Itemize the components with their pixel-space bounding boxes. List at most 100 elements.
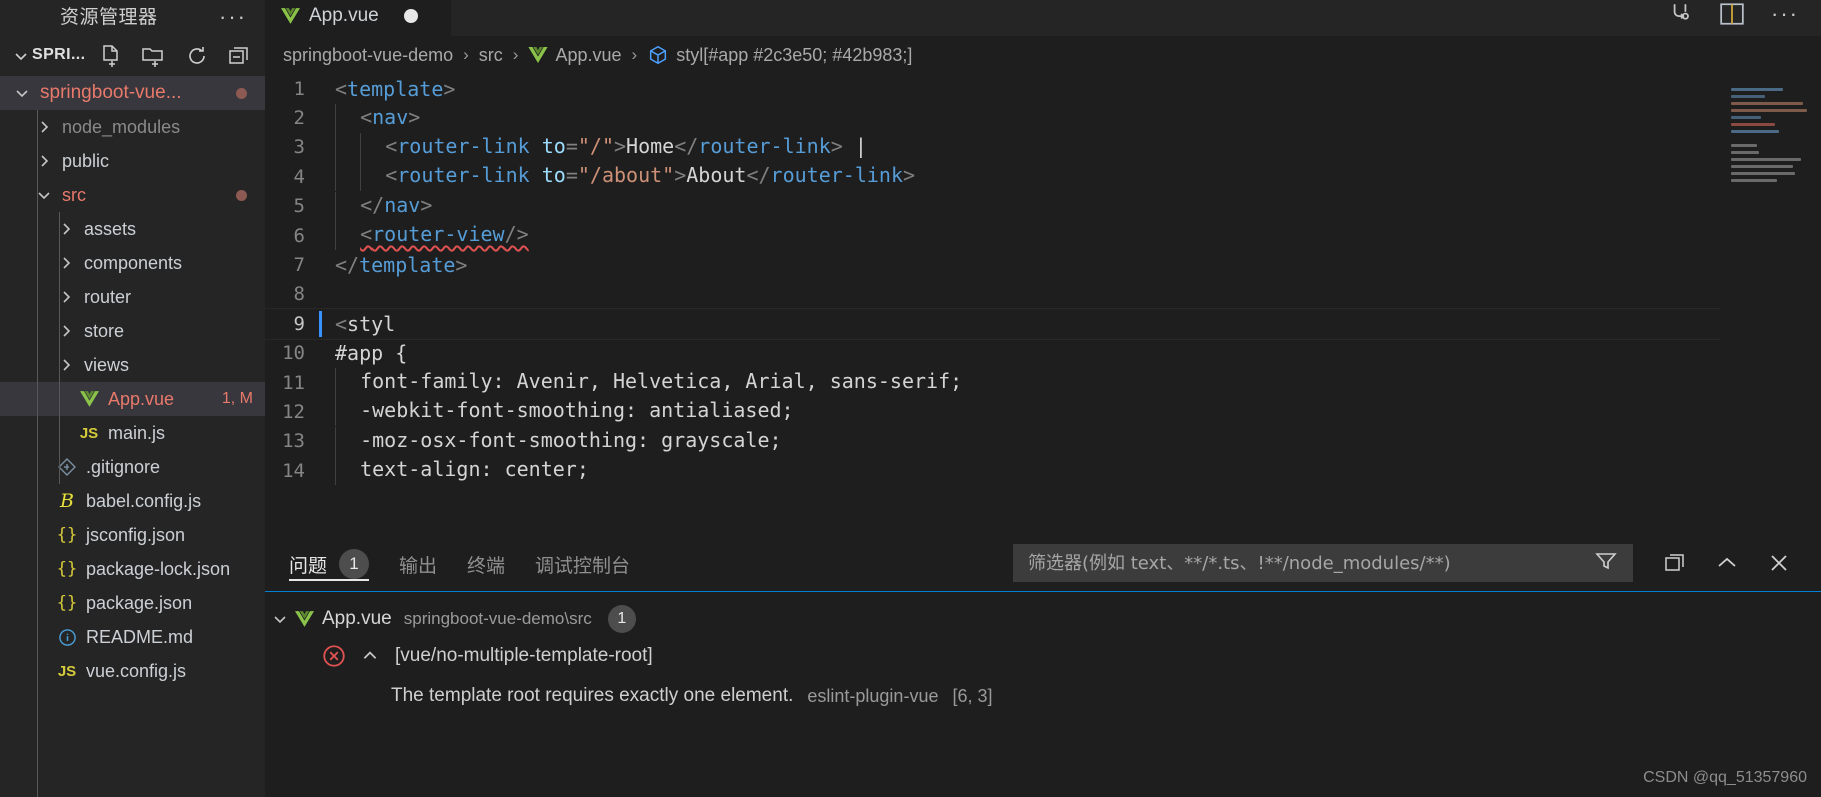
tree-item-app-vue[interactable]: App.vue 1, M xyxy=(0,382,265,416)
text-cursor xyxy=(319,310,322,337)
code-line-4[interactable]: 4 <router-link to="/about">About</router… xyxy=(265,162,1821,192)
explorer-sidebar: SPRI... springboot-vue... node_modules p… xyxy=(0,36,265,797)
tree-item-label: public xyxy=(62,150,110,171)
file-tree[interactable]: springboot-vue... node_modulespublic src as… xyxy=(0,76,265,797)
breadcrumb-separator: › xyxy=(463,45,469,64)
tree-item-public[interactable]: public xyxy=(0,144,265,178)
tree-item-views[interactable]: views xyxy=(0,348,265,382)
chevron-down-icon[interactable] xyxy=(12,85,32,101)
panel-filter-area xyxy=(1013,544,1797,582)
tree-item-package-json[interactable]: {} package.json xyxy=(0,586,265,620)
tree-item-label: views xyxy=(84,354,130,375)
panel-actions xyxy=(1663,551,1797,575)
problem-detail: The template root requires exactly one e… xyxy=(265,676,1821,716)
problem-position: [6, 3] xyxy=(952,685,993,706)
open-changes-icon[interactable] xyxy=(1667,1,1693,27)
explorer-section-header[interactable]: SPRI... xyxy=(0,36,265,76)
code-line-2[interactable]: 2 <nav> xyxy=(265,103,1821,133)
breadcrumb-item-label: styl[#app #2c3e50; #42b983;] xyxy=(676,44,913,65)
chevron-down-icon[interactable] xyxy=(265,611,295,627)
sidebar-more-icon[interactable]: ··· xyxy=(219,0,247,35)
chevron-up-icon[interactable] xyxy=(1715,551,1739,575)
tree-item--gitignore[interactable]: .gitignore xyxy=(0,450,265,484)
tree-item-label: README.md xyxy=(86,626,194,647)
tree-item-label: store xyxy=(84,320,125,341)
error-icon xyxy=(321,643,347,669)
code-line-7[interactable]: 7 </template> xyxy=(265,250,1821,279)
tree-item-assets[interactable]: assets xyxy=(0,212,265,246)
breadcrumb[interactable]: springboot-vue-demo › src › App.vue › styl[#ap… xyxy=(265,36,1821,74)
code-line-13[interactable]: 13 -moz-osx-font-smoothing: grayscale; xyxy=(265,426,1821,456)
problems-list[interactable]: App.vue springboot-vue-demo\src 1 [vue/n… xyxy=(265,591,1821,797)
chevron-up-icon[interactable] xyxy=(361,647,379,665)
tree-item-label: src xyxy=(62,184,86,205)
split-editor-icon[interactable] xyxy=(1719,2,1745,26)
panel-tab-terminal[interactable]: 终端 xyxy=(467,535,505,591)
tree-item-main-js[interactable]: JS main.js xyxy=(0,416,265,450)
line-number: 9 xyxy=(293,312,305,335)
tree-item-label: .gitignore xyxy=(86,456,161,477)
tab-dirty-indicator[interactable] xyxy=(403,8,418,23)
tree-item-label: assets xyxy=(84,218,137,239)
tree-item-src[interactable]: src xyxy=(0,178,265,212)
code-line-6[interactable]: 6 <router-view/> xyxy=(265,221,1821,251)
chevron-down-icon[interactable] xyxy=(10,48,32,64)
tree-item-readme-md[interactable]: README.md xyxy=(0,620,265,654)
problem-item[interactable]: [vue/no-multiple-template-root] xyxy=(265,636,1821,676)
tree-item-store[interactable]: store xyxy=(0,314,265,348)
editor-tab-app-vue[interactable]: App.vue xyxy=(265,0,451,36)
tree-item-package-lock-json[interactable]: {} package-lock.json xyxy=(0,552,265,586)
filter-icon[interactable] xyxy=(1594,549,1618,578)
panel-tab-problems[interactable]: 问题 1 xyxy=(289,535,370,591)
tree-item-vue-config-js[interactable]: JS vue.config.js xyxy=(0,654,265,688)
problem-rule: [vue/no-multiple-template-root] xyxy=(395,645,653,666)
panel-tab-debug-console[interactable]: 调试控制台 xyxy=(535,535,630,591)
code-line-8[interactable]: 8 xyxy=(265,280,1821,309)
sidebar-title-bar: 资源管理器 ··· xyxy=(0,0,265,36)
js-file-icon: JS xyxy=(57,662,77,680)
collapse-all-icon[interactable] xyxy=(227,45,251,67)
tree-item-router[interactable]: router xyxy=(0,280,265,314)
more-actions-icon[interactable]: ··· xyxy=(1771,1,1799,27)
panel-tab-output[interactable]: 输出 xyxy=(399,535,437,591)
split-panel-icon[interactable] xyxy=(1663,552,1687,574)
new-folder-icon[interactable] xyxy=(141,44,167,68)
line-number: 3 xyxy=(293,136,305,159)
tree-item-label: components xyxy=(84,252,183,273)
breadcrumb-item-2[interactable]: App.vue xyxy=(528,45,622,66)
code-line-1[interactable]: 1 <template> xyxy=(265,74,1821,103)
line-number: 1 xyxy=(293,77,305,100)
problems-filter-input[interactable] xyxy=(1028,552,1584,574)
code-line-content: </nav> xyxy=(327,191,432,221)
code-line-3[interactable]: 3 <router-link to="/">Home</router-link>… xyxy=(265,132,1821,162)
problem-message: The template root requires exactly one e… xyxy=(391,685,794,706)
code-line-content: <router-link to="/">Home</router-link> | xyxy=(327,132,867,162)
panel-tab-output-label: 输出 xyxy=(399,554,438,577)
breadcrumb-separator: › xyxy=(512,45,519,64)
tree-item-jsconfig-json[interactable]: {} jsconfig.json xyxy=(0,518,265,552)
close-icon[interactable] xyxy=(1767,551,1791,575)
vue-file-icon xyxy=(76,391,102,407)
new-file-icon[interactable] xyxy=(99,44,123,68)
code-lines[interactable]: 1 <template> 2 <nav> 3 <router-link to="/">… xyxy=(265,74,1821,486)
modified-indicator-dot xyxy=(236,189,247,201)
tree-item-node-modules[interactable]: node_modules xyxy=(0,110,265,144)
code-line-11[interactable]: 11 font-family: Avenir, Helvetica, Arial… xyxy=(265,368,1821,398)
tree-item-babel-config-js[interactable]: Bbabel.config.js xyxy=(0,484,265,518)
problems-file-row[interactable]: App.vue springboot-vue-demo\src 1 xyxy=(265,602,1821,636)
refresh-icon[interactable] xyxy=(185,44,209,68)
code-line-14[interactable]: 14 text-align: center; xyxy=(265,456,1821,486)
code-line-10[interactable]: 10 #app { xyxy=(265,339,1821,368)
code-line-5[interactable]: 5 </nav> xyxy=(265,191,1821,221)
code-line-12[interactable]: 12 -webkit-font-smoothing: antialiased; xyxy=(265,397,1821,427)
code-editor[interactable]: 1 <template> 2 <nav> 3 <router-link to="/">… xyxy=(265,74,1821,535)
tree-item-springboot-vue-[interactable]: springboot-vue... xyxy=(0,76,265,110)
code-line-9[interactable]: 9 <styl xyxy=(265,308,1821,340)
breadcrumb-item-3[interactable]: styl[#app #2c3e50; #42b983;] xyxy=(647,44,912,66)
breadcrumb-item-1[interactable]: src xyxy=(479,45,503,66)
workbench-body: SPRI... springboot-vue... node_modules p… xyxy=(0,36,1821,797)
problems-filter-box[interactable] xyxy=(1013,544,1633,582)
minimap[interactable] xyxy=(1721,74,1821,535)
tree-item-components[interactable]: components xyxy=(0,246,265,280)
breadcrumb-item-0[interactable]: springboot-vue-demo xyxy=(283,45,453,66)
